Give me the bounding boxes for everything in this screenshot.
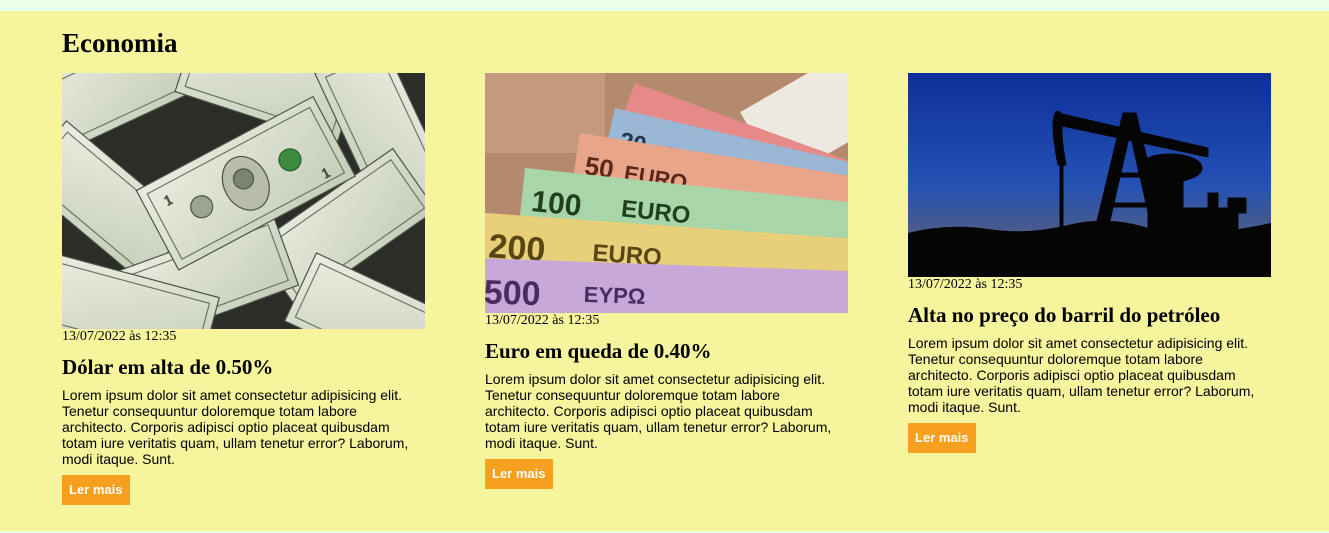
- article-excerpt: Lorem ipsum dolor sit amet consectetur a…: [62, 387, 409, 467]
- news-card-euro: 50 20 EURO 50 EURO 100 EURO 200 EURO: [485, 73, 848, 489]
- news-card-dollar: 1 1 13/07/2022 às 12:35 Dólar em alta de…: [62, 73, 425, 505]
- section-title: Economia: [62, 28, 178, 58]
- read-more-button[interactable]: Ler mais: [485, 459, 554, 489]
- article-excerpt: Lorem ipsum dolor sit amet consectetur a…: [908, 335, 1255, 415]
- news-card-oil: 13/07/2022 às 12:35 Alta no preço do bar…: [908, 73, 1271, 453]
- oil-pump-image[interactable]: [908, 73, 1271, 277]
- euro-banknotes-image[interactable]: 50 20 EURO 50 EURO 100 EURO 200 EURO: [485, 73, 848, 313]
- article-date: 13/07/2022 às 12:35: [62, 329, 177, 344]
- article-title[interactable]: Dólar em alta de 0.50%: [62, 355, 425, 379]
- note-eypo-500: EYPΩ: [583, 282, 646, 309]
- article-title[interactable]: Alta no preço do barril do petróleo: [908, 303, 1271, 327]
- article-excerpt: Lorem ipsum dolor sit amet consectetur a…: [485, 371, 832, 451]
- dollar-bills-image[interactable]: 1 1: [62, 73, 425, 329]
- article-date: 13/07/2022 às 12:35: [485, 313, 600, 328]
- article-date: 13/07/2022 às 12:35: [908, 277, 1023, 292]
- note-value-500: 500: [485, 273, 541, 313]
- read-more-button[interactable]: Ler mais: [908, 423, 977, 453]
- article-title[interactable]: Euro em queda de 0.40%: [485, 339, 848, 363]
- read-more-button[interactable]: Ler mais: [62, 475, 131, 505]
